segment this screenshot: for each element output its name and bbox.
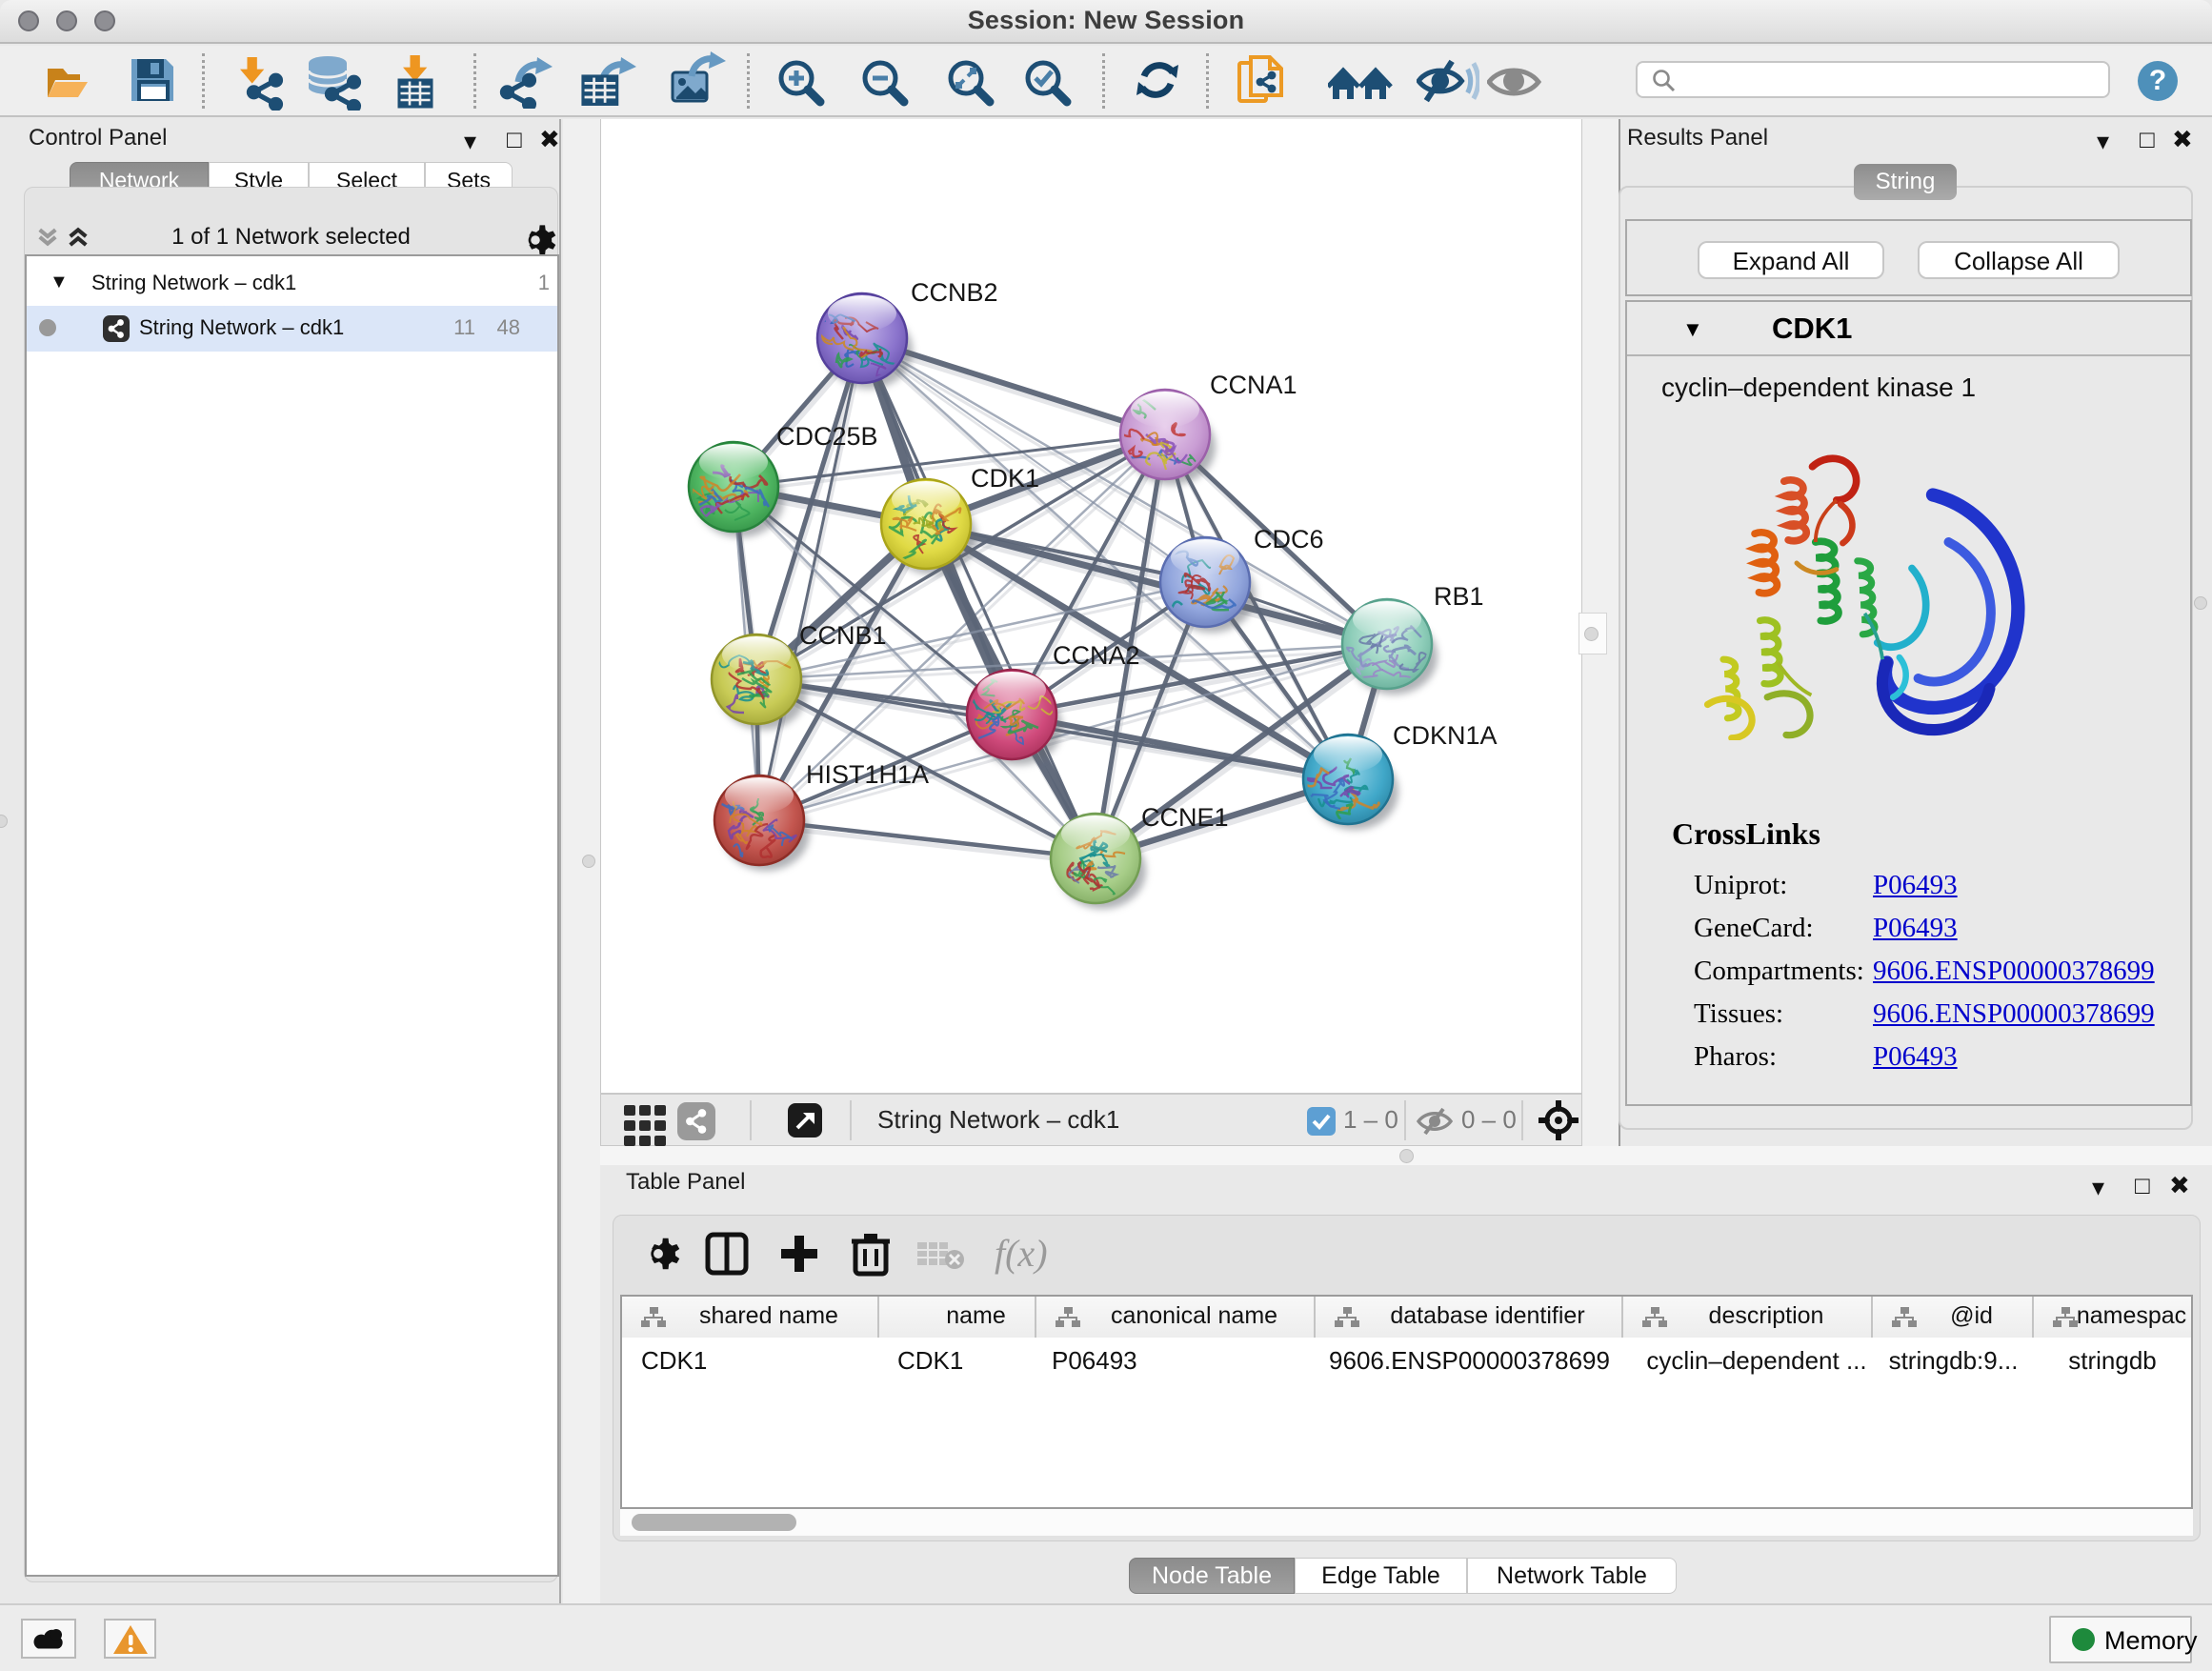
svg-text:CCNB1: CCNB1 bbox=[799, 621, 887, 650]
svg-text:CDKN1A: CDKN1A bbox=[1393, 721, 1498, 750]
svg-text:CDC25B: CDC25B bbox=[776, 422, 878, 451]
svg-text:CDK1: CDK1 bbox=[971, 464, 1039, 493]
svg-text:CDC6: CDC6 bbox=[1254, 525, 1324, 554]
svg-text:CCNE1: CCNE1 bbox=[1141, 803, 1229, 832]
svg-text:CCNB2: CCNB2 bbox=[911, 278, 998, 307]
svg-text:CCNA2: CCNA2 bbox=[1053, 641, 1140, 670]
svg-text:RB1: RB1 bbox=[1434, 582, 1484, 611]
svg-text:HIST1H1A: HIST1H1A bbox=[806, 760, 929, 789]
svg-text:CCNA1: CCNA1 bbox=[1210, 371, 1297, 399]
svg-text:?: ? bbox=[2149, 65, 2166, 96]
